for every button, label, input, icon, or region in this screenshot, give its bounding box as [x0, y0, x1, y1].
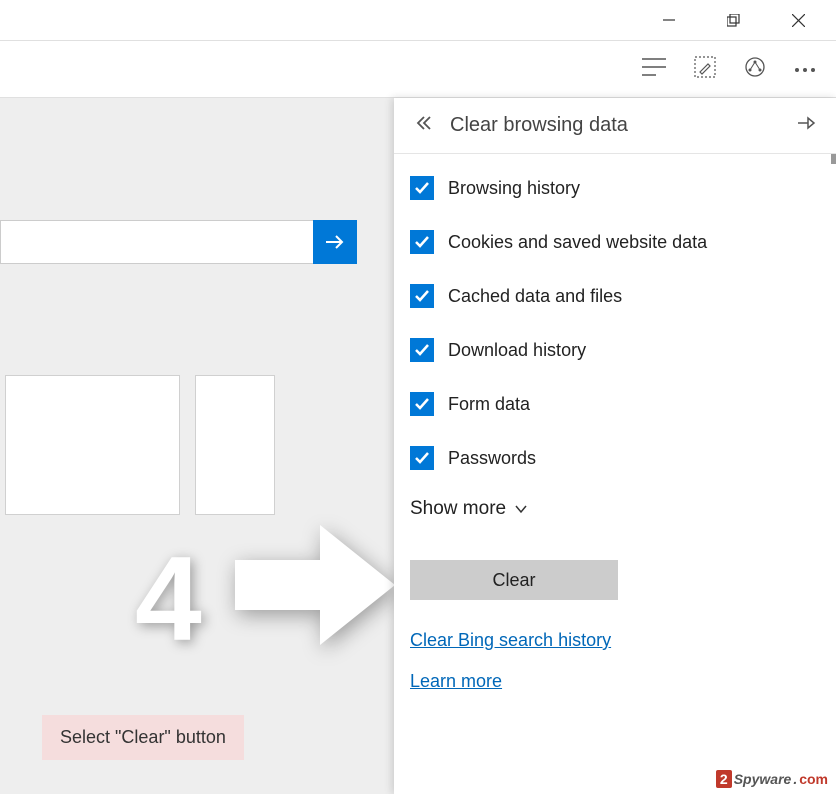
back-button[interactable] — [414, 114, 432, 137]
watermark-text: Spyware — [734, 771, 792, 787]
checkbox-row[interactable]: Passwords — [410, 446, 820, 470]
instruction-caption: Select "Clear" button — [42, 715, 244, 760]
checkbox-label: Passwords — [448, 448, 536, 469]
checkbox-row[interactable]: Cookies and saved website data — [410, 230, 820, 254]
clear-button[interactable]: Clear — [410, 560, 618, 600]
pin-icon[interactable] — [796, 114, 816, 137]
checkbox-icon — [410, 338, 434, 362]
minimize-button[interactable] — [646, 0, 691, 40]
checkbox-icon — [410, 446, 434, 470]
checkbox-label: Download history — [448, 340, 586, 361]
watermark: 2 Spyware . com — [716, 770, 828, 788]
checkbox-row[interactable]: Download history — [410, 338, 820, 362]
clear-browsing-data-panel: Clear browsing data Browsing history Coo… — [394, 98, 836, 794]
top-site-tile[interactable] — [195, 375, 275, 515]
step-number: 4 — [135, 530, 202, 668]
checkbox-row[interactable]: Cached data and files — [410, 284, 820, 308]
web-note-icon[interactable] — [694, 56, 716, 83]
show-more-button[interactable]: Show more — [410, 498, 820, 520]
checkbox-label: Browsing history — [448, 178, 580, 199]
top-site-tile[interactable] — [5, 375, 180, 515]
search-input[interactable] — [0, 220, 313, 264]
panel-title: Clear browsing data — [450, 114, 778, 137]
checkbox-icon — [410, 392, 434, 416]
watermark-dot: . — [793, 771, 797, 787]
checkbox-row[interactable]: Browsing history — [410, 176, 820, 200]
maximize-button[interactable] — [711, 0, 756, 40]
clear-bing-link[interactable]: Clear Bing search history — [410, 630, 820, 651]
checkbox-icon — [410, 284, 434, 308]
chevron-down-icon — [514, 504, 528, 514]
watermark-com: com — [799, 771, 828, 787]
more-icon[interactable] — [794, 60, 816, 78]
checkbox-label: Cookies and saved website data — [448, 232, 707, 253]
scrollbar[interactable] — [831, 154, 836, 164]
checkbox-row[interactable]: Form data — [410, 392, 820, 416]
arrow-icon — [235, 515, 395, 660]
checkbox-icon — [410, 230, 434, 254]
close-button[interactable] — [776, 0, 821, 40]
search-button[interactable] — [313, 220, 357, 264]
watermark-badge: 2 — [716, 770, 732, 788]
checkbox-label: Cached data and files — [448, 286, 622, 307]
show-more-label: Show more — [410, 498, 506, 520]
checkbox-icon — [410, 176, 434, 200]
checkbox-label: Form data — [448, 394, 530, 415]
reading-view-icon[interactable] — [642, 57, 666, 82]
share-icon[interactable] — [744, 56, 766, 83]
learn-more-link[interactable]: Learn more — [410, 671, 820, 692]
